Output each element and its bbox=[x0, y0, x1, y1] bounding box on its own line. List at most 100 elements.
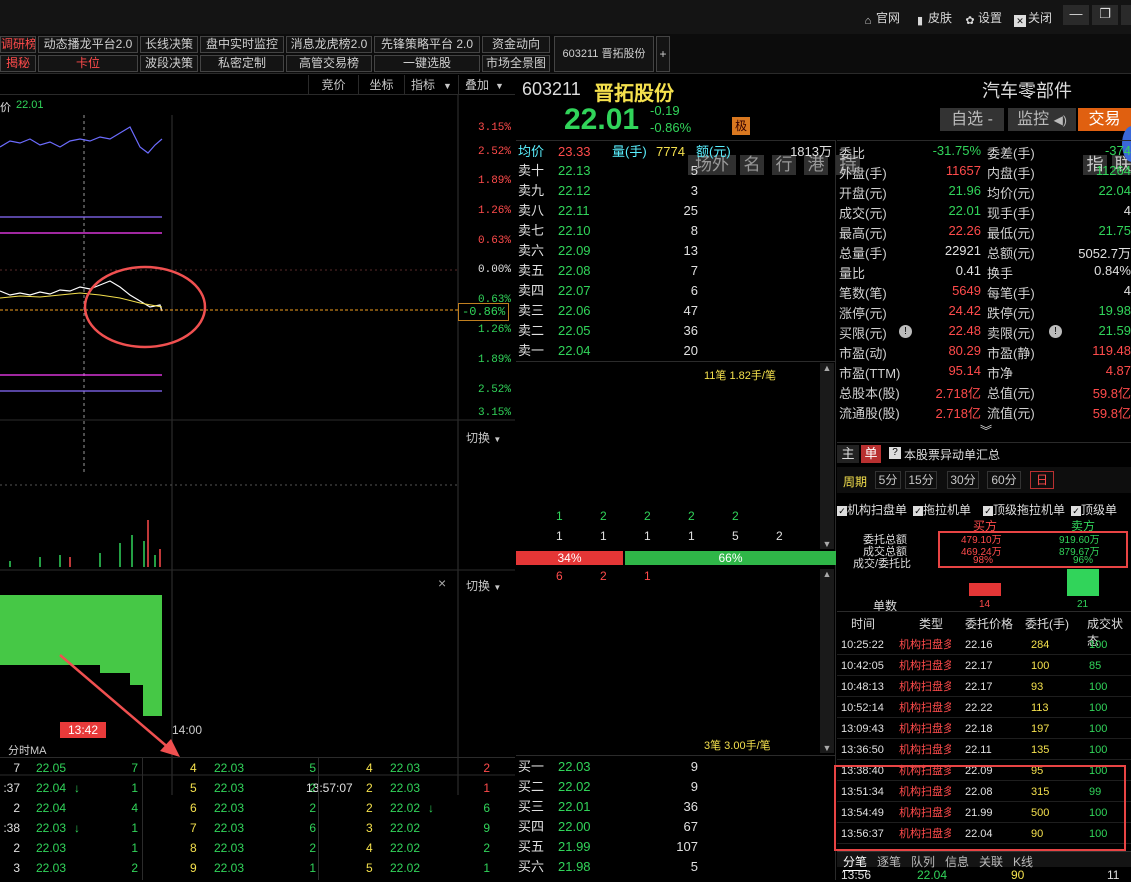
intraday-chart bbox=[0, 95, 515, 795]
sell-count: 21 bbox=[1077, 599, 1089, 610]
tab-news-dragon[interactable]: 消息龙虎榜2.0 bbox=[286, 36, 372, 53]
tick-price: 22.03 bbox=[214, 761, 245, 775]
tab-research[interactable]: 调研榜 bbox=[0, 36, 36, 53]
table-row[interactable]: 10:48:13 机构扫盘多 22.17 93 100 bbox=[837, 677, 1131, 697]
stat-label: 总股本(股) bbox=[839, 386, 900, 401]
tick-price: 22.03 bbox=[36, 841, 67, 855]
ask-level-price: 22.11 bbox=[558, 203, 590, 218]
bid-level-price: 22.02 bbox=[558, 779, 591, 794]
check-inst-sweep[interactable]: ✓机构扫盘单 bbox=[837, 501, 907, 518]
skin-label: 皮肤 bbox=[928, 11, 953, 25]
tab-main[interactable]: 主 bbox=[837, 445, 859, 463]
order-status: 85 bbox=[1089, 660, 1102, 672]
check-top-order[interactable]: ✓顶级单 bbox=[1071, 501, 1117, 518]
ask-level-qty: 3 bbox=[690, 183, 698, 198]
ask-level-qty: 6 bbox=[690, 283, 698, 298]
period-30m[interactable]: 30分 bbox=[947, 471, 979, 489]
minimize-button[interactable]: — bbox=[1063, 5, 1089, 25]
help-icon[interactable]: ? bbox=[889, 447, 901, 459]
tab-fund-flow[interactable]: 资金动向 bbox=[482, 36, 550, 53]
table-row[interactable]: 10:52:14 机构扫盘多 22.22 113 100 bbox=[837, 698, 1131, 718]
scrollbar[interactable]: ▲ ▼ bbox=[820, 363, 834, 549]
industry-name[interactable]: 汽车零部件 bbox=[982, 77, 1072, 103]
down-arrow-icon: ↓ bbox=[74, 781, 80, 795]
tab-private[interactable]: 私密定制 bbox=[200, 55, 284, 72]
scrollbar[interactable]: ▲ ▼ bbox=[820, 569, 834, 753]
stat-value: 4.87 bbox=[1105, 363, 1131, 378]
stat-value: 5052.7万 bbox=[1078, 246, 1131, 261]
tick-seq: 7 bbox=[190, 821, 197, 835]
tick-volume: 1 bbox=[483, 861, 490, 875]
bid-level-price: 22.03 bbox=[558, 759, 591, 774]
tab-market-view[interactable]: 市场全景图 bbox=[482, 55, 550, 72]
order-type: 机构扫盘多 bbox=[899, 702, 951, 714]
ask-level-price: 22.07 bbox=[558, 283, 591, 298]
bid-level-label: 买二 bbox=[518, 779, 545, 794]
tab-active-stock[interactable]: 603211 晋拓股份 bbox=[554, 36, 654, 72]
indicator-dropdown[interactable]: 指标 ▼ bbox=[404, 75, 458, 95]
switch-button-2[interactable]: 切换 ▼ bbox=[466, 577, 501, 594]
add-tab-button[interactable]: + bbox=[656, 36, 670, 72]
queue-number: 1 bbox=[556, 509, 563, 523]
coord-button[interactable]: 坐标 bbox=[358, 75, 404, 95]
table-row[interactable]: 13:36:50 机构扫盘多 22.11 135 100 bbox=[837, 740, 1131, 760]
table-row[interactable]: 10:25:22 机构扫盘多 22.16 284 100 bbox=[837, 635, 1131, 655]
ma-label: 分时MA bbox=[8, 745, 47, 757]
info-icon[interactable]: ! bbox=[1049, 325, 1062, 338]
order-table-header: 类型 bbox=[919, 617, 944, 631]
tab-realtime-monitor[interactable]: 盘中实时监控 bbox=[200, 36, 284, 53]
period-15m[interactable]: 15分 bbox=[905, 471, 937, 489]
tick-volume: 5 bbox=[309, 761, 316, 775]
tab-swing[interactable]: 波段决策 bbox=[140, 55, 198, 72]
tab-strategy-platform[interactable]: 先锋策略平台 2.0 bbox=[374, 36, 480, 53]
order-status: 100 bbox=[1089, 744, 1108, 756]
tick-volume: 4 bbox=[131, 801, 138, 815]
order-qty: 197 bbox=[1031, 723, 1050, 735]
tab-position[interactable]: 卡位 bbox=[38, 55, 138, 72]
tab-single[interactable]: 单 bbox=[861, 445, 881, 463]
tick-time: :37 bbox=[3, 781, 20, 795]
table-row[interactable]: 10:42:05 机构扫盘多 22.17 100 85 bbox=[837, 656, 1131, 676]
settings-button[interactable]: ✿ 设置 bbox=[964, 9, 1002, 27]
summary-row-label: 成交/委托比 bbox=[853, 558, 912, 570]
minus-icon: - bbox=[987, 111, 993, 128]
tab-executive-trades[interactable]: 高管交易榜 bbox=[286, 55, 372, 72]
settings-label: 设置 bbox=[978, 11, 1003, 25]
close-app-button[interactable]: ✕ 关闭 bbox=[1014, 9, 1052, 27]
monitor-button[interactable]: 监控 ◀) bbox=[1008, 108, 1076, 131]
period-60m[interactable]: 60分 bbox=[987, 471, 1021, 489]
official-site-link[interactable]: ⌂ 官网 bbox=[862, 9, 900, 27]
auction-button[interactable]: 竞价 bbox=[308, 75, 358, 95]
window-close-button[interactable] bbox=[1121, 5, 1131, 25]
info-icon[interactable]: ! bbox=[899, 325, 912, 338]
order-time: 13:36:50 bbox=[841, 744, 884, 756]
close-panel-icon[interactable]: × bbox=[438, 575, 446, 591]
tick-volume: 1 bbox=[131, 781, 138, 795]
tick-seq: 5 bbox=[366, 861, 373, 875]
bid-level-qty: 5 bbox=[690, 859, 698, 874]
add-favorite-button[interactable]: 自选 - bbox=[940, 108, 1004, 131]
overlay-dropdown[interactable]: 叠加 ▼ bbox=[458, 75, 515, 95]
table-row[interactable]: 13:09:43 机构扫盘多 22.18 197 100 bbox=[837, 719, 1131, 739]
tick-price: 22.02 bbox=[390, 861, 421, 875]
skin-button[interactable]: ▮ 皮肤 bbox=[914, 9, 952, 27]
period-day[interactable]: 日 bbox=[1030, 471, 1054, 489]
stat-label: 流值(元) bbox=[987, 406, 1035, 421]
stat-label: 流通股(股) bbox=[839, 406, 900, 421]
expand-chevron-icon[interactable]: ︾ bbox=[980, 422, 992, 439]
pct-label: 1.89% bbox=[478, 354, 512, 366]
restore-button[interactable]: ❐ bbox=[1092, 5, 1118, 25]
period-5m[interactable]: 5分 bbox=[875, 471, 901, 489]
tab-long-term[interactable]: 长线决策 bbox=[140, 36, 198, 53]
check-top-tractor[interactable]: ✓顶级拖拉机单 bbox=[983, 501, 1065, 518]
tick-price: 22.03 bbox=[214, 861, 245, 875]
tab-reveal[interactable]: 揭秘 bbox=[0, 55, 36, 72]
tab-dragon-platform[interactable]: 动态播龙平台2.0 bbox=[38, 36, 138, 53]
stat-label: 均价(元) bbox=[987, 186, 1035, 201]
stat-label: 外盘(手) bbox=[839, 166, 887, 181]
trade-button[interactable]: 交易 bbox=[1078, 108, 1131, 131]
tab-one-click-pick[interactable]: 一键选股 bbox=[374, 55, 480, 72]
switch-button[interactable]: 切换 ▼ bbox=[466, 429, 501, 446]
sell-queue-stat: 11笔 1.82手/笔 bbox=[704, 370, 776, 382]
check-tractor[interactable]: ✓拖拉机单 bbox=[913, 501, 971, 518]
